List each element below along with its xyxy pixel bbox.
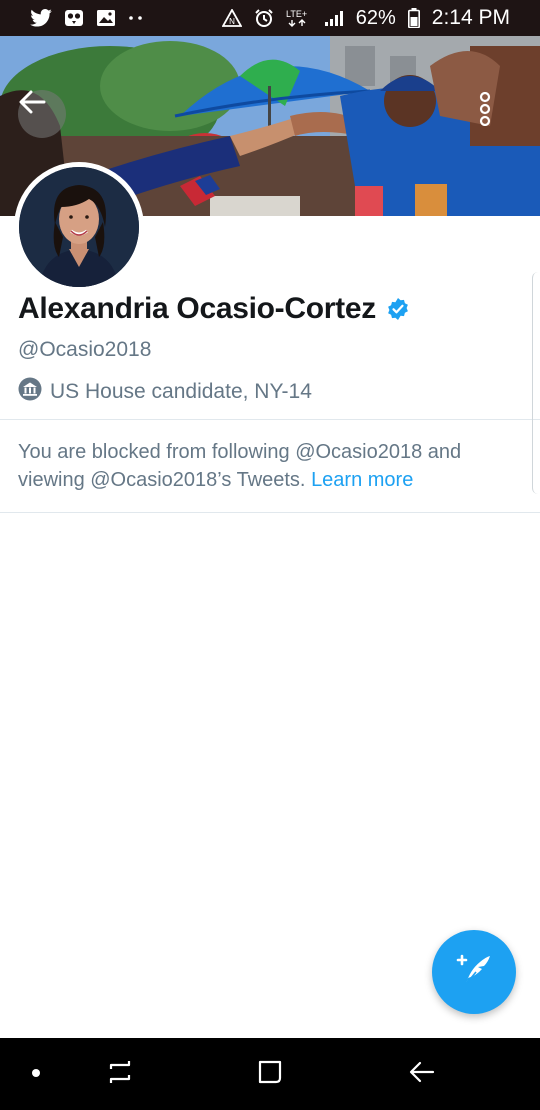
battery-percent: 62% bbox=[355, 6, 396, 29]
avatar-photo bbox=[19, 167, 139, 287]
owl-icon bbox=[64, 8, 84, 28]
blocked-notice: You are blocked from following @Ocasio20… bbox=[18, 438, 518, 494]
dot-icon bbox=[31, 1065, 41, 1083]
image-icon bbox=[96, 9, 116, 27]
divider bbox=[0, 419, 540, 420]
compose-tweet-icon bbox=[454, 952, 494, 993]
more-options-button[interactable] bbox=[478, 92, 522, 136]
recent-apps-button[interactable] bbox=[98, 1038, 142, 1110]
verified-badge-icon bbox=[386, 297, 410, 321]
status-right: N LTE+ 62% 2:14 PM bbox=[221, 6, 510, 30]
status-bar: N LTE+ 62% 2:14 PM bbox=[0, 0, 540, 36]
avatar[interactable] bbox=[14, 162, 144, 292]
battery-icon bbox=[407, 8, 420, 28]
learn-more-link[interactable]: Learn more bbox=[311, 469, 413, 491]
profile-handle: @Ocasio2018 bbox=[18, 338, 152, 361]
home-button[interactable] bbox=[248, 1038, 292, 1110]
nfc-icon: N bbox=[221, 9, 242, 27]
compose-tweet-button[interactable] bbox=[432, 930, 516, 1014]
profile-name: Alexandria Ocasio-Cortez bbox=[18, 292, 376, 325]
status-left bbox=[30, 8, 144, 28]
home-icon bbox=[257, 1059, 283, 1090]
back-icon bbox=[409, 1060, 435, 1089]
status-time: 2:14 PM bbox=[431, 6, 510, 29]
nav-back-button[interactable] bbox=[400, 1038, 444, 1110]
nav-dot-button[interactable] bbox=[14, 1038, 58, 1110]
government-building-icon bbox=[18, 377, 42, 406]
recent-apps-icon bbox=[107, 1059, 133, 1090]
edge-panel-handle[interactable] bbox=[532, 272, 540, 494]
more-dots-icon bbox=[128, 15, 144, 21]
bio-row: US House candidate, NY-14 bbox=[18, 377, 312, 406]
system-navigation-bar bbox=[0, 1038, 540, 1110]
profile-bio: US House candidate, NY-14 bbox=[50, 379, 312, 403]
lte-label: LTE+ bbox=[286, 9, 307, 19]
divider bbox=[0, 512, 540, 513]
lte-icon: LTE+ bbox=[286, 8, 312, 28]
alarm-icon bbox=[254, 8, 274, 28]
profile-name-row: Alexandria Ocasio-Cortez bbox=[18, 292, 410, 326]
svg-text:N: N bbox=[229, 17, 235, 26]
signal-icon bbox=[324, 9, 344, 27]
twitter-icon bbox=[30, 9, 52, 27]
back-button[interactable] bbox=[18, 90, 66, 138]
